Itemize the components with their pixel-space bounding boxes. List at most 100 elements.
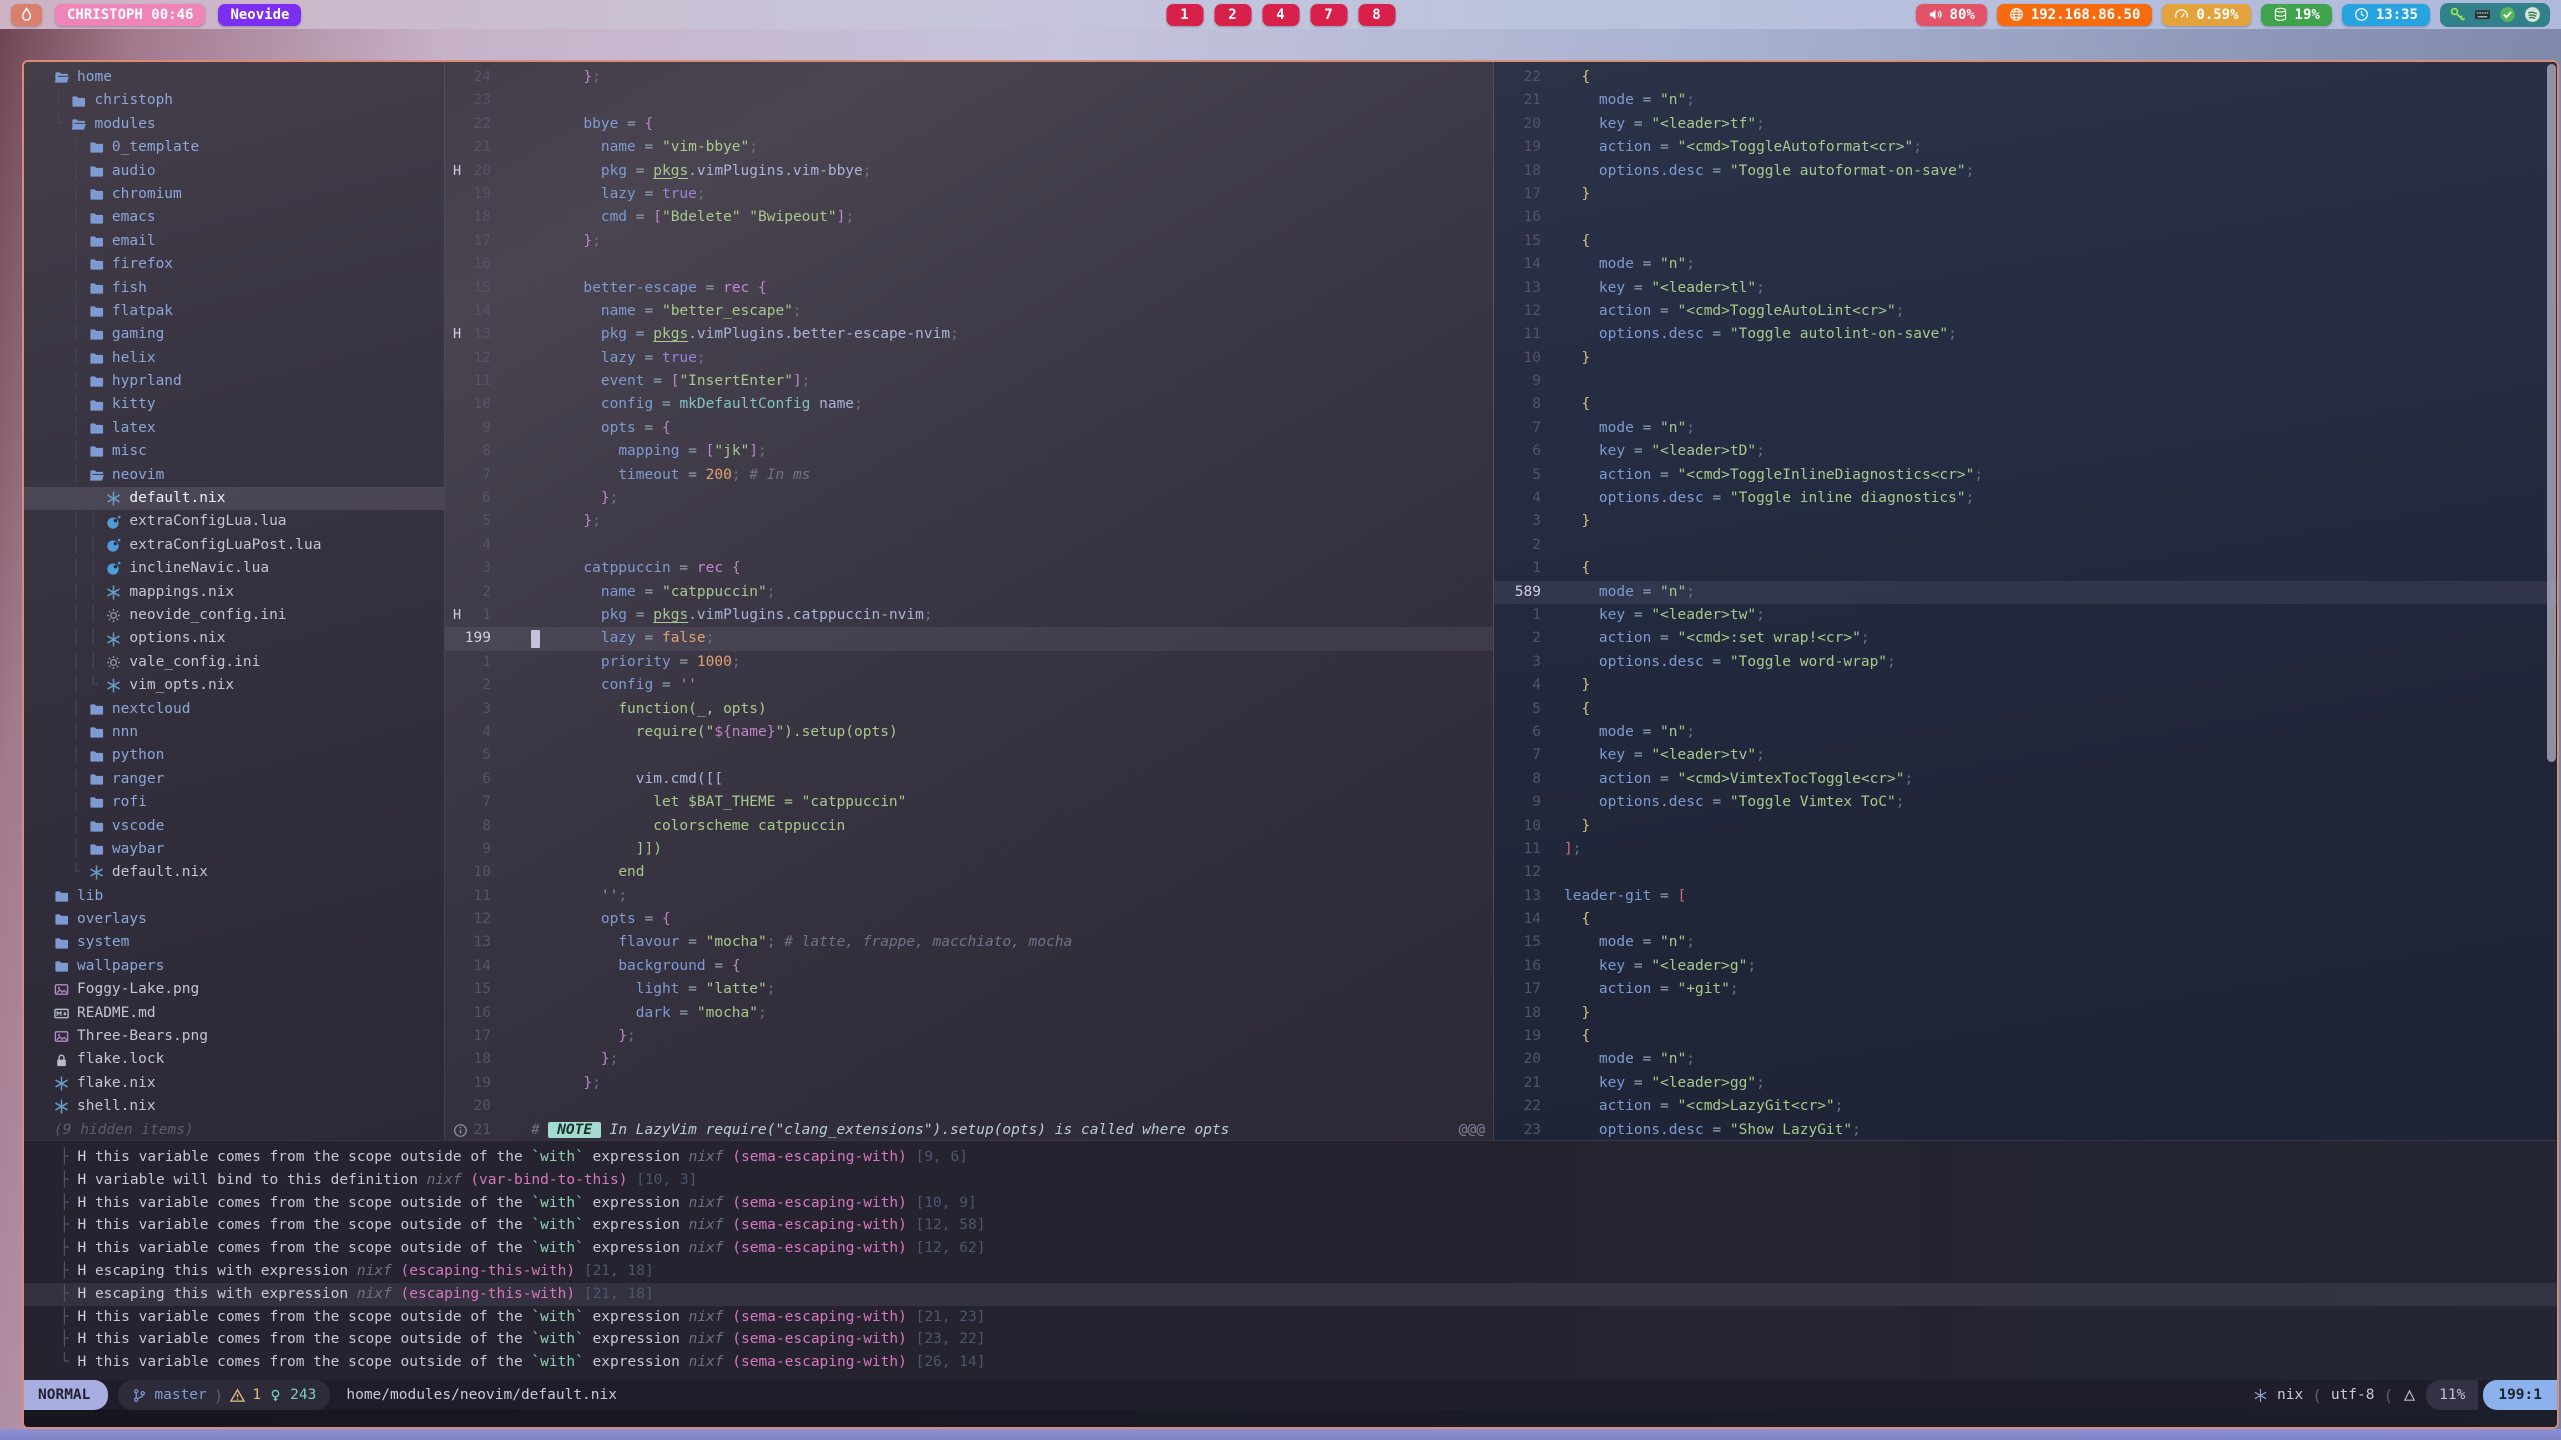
code-line[interactable]: 22 bbye = {: [445, 113, 1493, 136]
diagnostic-row[interactable]: ├ H this variable comes from the scope o…: [24, 1192, 2557, 1215]
git-segment[interactable]: master ) 1 243: [118, 1380, 330, 1410]
code-line[interactable]: 18 };: [445, 1048, 1493, 1071]
code-line[interactable]: 21 name = "vim-bbye";: [445, 136, 1493, 159]
tree-item-vscode[interactable]: │ vscode: [24, 815, 444, 838]
tree-item-chromium[interactable]: │ chromium: [24, 183, 444, 206]
code-line[interactable]: 9 opts = {: [445, 417, 1493, 440]
code-line[interactable]: 20: [445, 1095, 1493, 1118]
tree-item-firefox[interactable]: │ firefox: [24, 253, 444, 276]
code-line[interactable]: 9 ]]): [445, 838, 1493, 861]
code-line[interactable]: 19 {: [1494, 1025, 2557, 1048]
code-line[interactable]: 2 action = "<cmd>:set wrap!<cr>";: [1494, 627, 2557, 650]
code-line[interactable]: 4 }: [1494, 674, 2557, 697]
code-line[interactable]: 6 key = "<leader>tD";: [1494, 440, 2557, 463]
code-line[interactable]: 11];: [1494, 838, 2557, 861]
code-line[interactable]: 16: [445, 253, 1493, 276]
code-line[interactable]: H13 pkg = pkgs.vimPlugins.better-escape-…: [445, 323, 1493, 346]
code-line[interactable]: 18 }: [1494, 1002, 2557, 1025]
tree-item-default.nix[interactable]: └ default.nix: [24, 861, 444, 884]
code-line[interactable]: 23 options.desc = "Show LazyGit";: [1494, 1119, 2557, 1140]
tree-item-home[interactable]: home: [24, 66, 444, 89]
code-line[interactable]: 9: [1494, 370, 2557, 393]
tree-item-latex[interactable]: │ latex: [24, 417, 444, 440]
diagnostic-row[interactable]: ├ H escaping this with expression nixf (…: [24, 1260, 2557, 1283]
code-line[interactable]: H20 pkg = pkgs.vimPlugins.vim-bbye;: [445, 160, 1493, 183]
tree-item-neovim[interactable]: │ neovim: [24, 464, 444, 487]
code-line[interactable]: 3 }: [1494, 510, 2557, 533]
workspace-button-8[interactable]: 8: [1358, 4, 1395, 26]
code-line-current[interactable]: 589 mode = "n";: [1494, 581, 2557, 604]
code-line[interactable]: 17 };: [445, 1025, 1493, 1048]
code-line[interactable]: 5 {: [1494, 698, 2557, 721]
code-line[interactable]: 21# NOTE In LazyVim require("clang_exten…: [445, 1119, 1493, 1140]
tree-item-fish[interactable]: │ fish: [24, 277, 444, 300]
tree-item-rofi[interactable]: │ rofi: [24, 791, 444, 814]
workspace-button-1[interactable]: 1: [1166, 4, 1203, 26]
code-line[interactable]: 8 colorscheme catppuccin: [445, 815, 1493, 838]
tree-item-audio[interactable]: │ audio: [24, 160, 444, 183]
scrollbar-thumb[interactable]: [2547, 64, 2556, 762]
code-line[interactable]: 7 mode = "n";: [1494, 417, 2557, 440]
code-line[interactable]: 17 };: [445, 230, 1493, 253]
diagnostic-row[interactable]: ├ H this variable comes from the scope o…: [24, 1146, 2557, 1169]
code-line[interactable]: 19 lazy = true;: [445, 183, 1493, 206]
tree-item-system[interactable]: system: [24, 931, 444, 954]
tree-item-README.md[interactable]: README.md: [24, 1002, 444, 1025]
code-line[interactable]: 8 mapping = ["jk"];: [445, 440, 1493, 463]
code-line[interactable]: 19 };: [445, 1072, 1493, 1095]
code-line[interactable]: 10 end: [445, 861, 1493, 884]
memory-module[interactable]: 19%: [2261, 4, 2332, 26]
tree-item-flake.nix[interactable]: flake.nix: [24, 1072, 444, 1095]
code-line[interactable]: 22 {: [1494, 66, 2557, 89]
diagnostic-row[interactable]: ├ H this variable comes from the scope o…: [24, 1328, 2557, 1351]
tree-item-kitty[interactable]: │ kitty: [24, 393, 444, 416]
tree-item-flake.lock[interactable]: flake.lock: [24, 1048, 444, 1071]
code-line[interactable]: 13leader-git = [: [1494, 885, 2557, 908]
keyboard-tray-icon[interactable]: [2474, 6, 2491, 23]
code-line[interactable]: 4 require("${name}").setup(opts): [445, 721, 1493, 744]
code-line[interactable]: 15 light = "latte";: [445, 978, 1493, 1001]
command-line[interactable]: [24, 1410, 2557, 1427]
tree-item-nnn[interactable]: │ nnn: [24, 721, 444, 744]
network-module[interactable]: 192.168.86.50: [1997, 4, 2153, 26]
code-line[interactable]: 2 name = "catppuccin";: [445, 581, 1493, 604]
code-line[interactable]: 5: [445, 744, 1493, 767]
code-line[interactable]: 10 }: [1494, 815, 2557, 838]
tree-item-christoph[interactable]: │ christoph: [24, 89, 444, 112]
code-line[interactable]: 14 {: [1494, 908, 2557, 931]
code-line[interactable]: 1 priority = 1000;: [445, 651, 1493, 674]
code-line[interactable]: 7 let $BAT_THEME = "catppuccin": [445, 791, 1493, 814]
code-line[interactable]: 2 config = '': [445, 674, 1493, 697]
code-line[interactable]: 8 action = "<cmd>VimtexTocToggle<cr>";: [1494, 768, 2557, 791]
code-line[interactable]: 23: [445, 89, 1493, 112]
tree-item-overlays[interactable]: overlays: [24, 908, 444, 931]
launcher-button[interactable]: [11, 4, 42, 26]
code-line[interactable]: 6 vim.cmd([[: [445, 768, 1493, 791]
code-line[interactable]: 8 {: [1494, 393, 2557, 416]
code-line[interactable]: 11 '';: [445, 885, 1493, 908]
code-line[interactable]: 1 key = "<leader>tw";: [1494, 604, 2557, 627]
code-line[interactable]: 1 {: [1494, 557, 2557, 580]
tree-item-Foggy-Lake.png[interactable]: Foggy-Lake.png: [24, 978, 444, 1001]
diagnostic-row[interactable]: ├ H this variable comes from the scope o…: [24, 1237, 2557, 1260]
code-line[interactable]: 15 {: [1494, 230, 2557, 253]
code-line[interactable]: 10 }: [1494, 347, 2557, 370]
editor-pane-right[interactable]: 22 {21 mode = "n";20 key = "<leader>tf";…: [1494, 62, 2557, 1140]
diagnostic-row[interactable]: ├ H variable will bind to this definitio…: [24, 1169, 2557, 1192]
code-line[interactable]: 6 };: [445, 487, 1493, 510]
code-line[interactable]: 10 config = mkDefaultConfig name;: [445, 393, 1493, 416]
tree-item-wallpapers[interactable]: wallpapers: [24, 955, 444, 978]
code-line[interactable]: 13 key = "<leader>tl";: [1494, 277, 2557, 300]
tree-item-helix[interactable]: │ helix: [24, 347, 444, 370]
tree-item-vale_config.ini[interactable]: │ │ vale_config.ini: [24, 651, 444, 674]
code-line[interactable]: 24 };: [445, 66, 1493, 89]
volume-module[interactable]: 80%: [1916, 4, 1987, 26]
code-line[interactable]: 15 mode = "n";: [1494, 931, 2557, 954]
code-line[interactable]: 12 lazy = true;: [445, 347, 1493, 370]
code-line[interactable]: 22 action = "<cmd>LazyGit<cr>";: [1494, 1095, 2557, 1118]
code-line[interactable]: 14 mode = "n";: [1494, 253, 2557, 276]
code-line[interactable]: 14 background = {: [445, 955, 1493, 978]
code-line[interactable]: 9 options.desc = "Toggle Vimtex ToC";: [1494, 791, 2557, 814]
code-line[interactable]: 2: [1494, 534, 2557, 557]
tree-item-emacs[interactable]: │ emacs: [24, 206, 444, 229]
